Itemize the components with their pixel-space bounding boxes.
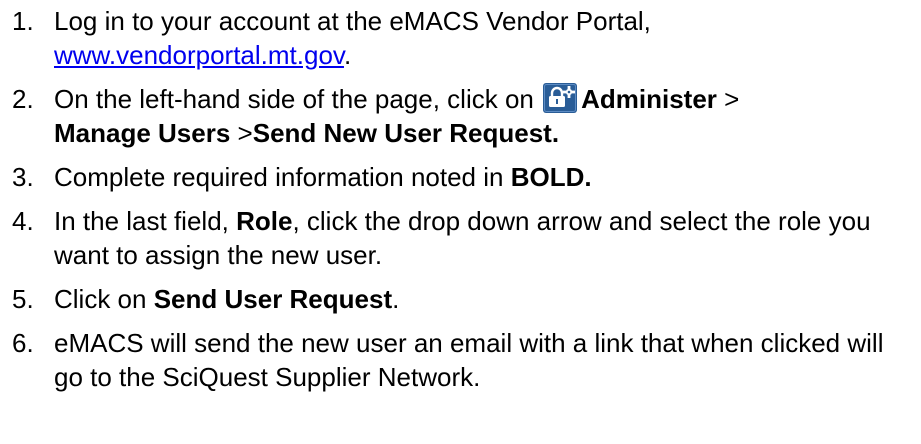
send-new-user-request-label: Send New User Request.	[252, 118, 560, 148]
step-number: 5.	[12, 284, 34, 314]
step-number: 4.	[12, 206, 34, 236]
send-user-request-label: Send User Request	[153, 284, 393, 314]
step-3: 3. Complete required information noted i…	[8, 160, 911, 194]
bold-label: BOLD.	[510, 162, 592, 192]
breadcrumb-separator: >	[230, 118, 253, 148]
step-4: 4. In the last field, Role, click the dr…	[8, 204, 911, 272]
step-text: On the left-hand side of the page, click…	[54, 84, 534, 114]
breadcrumb-separator: >	[716, 84, 740, 114]
administer-icon	[543, 83, 578, 113]
role-label: Role	[236, 206, 293, 236]
step-text: eMACS will send the new user an email wi…	[54, 328, 884, 392]
step-number: 1.	[12, 6, 34, 36]
vendor-portal-link[interactable]: www.vendorportal.mt.gov	[54, 40, 344, 70]
steps-list: 1. Log in to your account at the eMACS V…	[8, 4, 911, 394]
step-2: 2. On the left-hand side of the page, cl…	[8, 82, 911, 150]
step-text: Complete required information noted in	[54, 162, 511, 192]
manage-users-label: Manage Users	[54, 118, 231, 148]
step-number: 3.	[12, 162, 34, 192]
step-5: 5. Click on Send User Request.	[8, 282, 911, 316]
instructions-document: 1. Log in to your account at the eMACS V…	[0, 0, 921, 444]
step-punctuation: .	[343, 40, 352, 70]
step-text: In the last field,	[54, 206, 237, 236]
step-text: Log in to your account at the eMACS Vend…	[54, 6, 651, 36]
step-number: 2.	[12, 84, 34, 114]
step-text: Click on	[54, 284, 154, 314]
step-6: 6. eMACS will send the new user an email…	[8, 326, 911, 394]
administer-label: Administer	[581, 84, 717, 114]
step-number: 6.	[12, 328, 34, 358]
step-punctuation: .	[392, 284, 400, 314]
step-1: 1. Log in to your account at the eMACS V…	[8, 4, 911, 72]
